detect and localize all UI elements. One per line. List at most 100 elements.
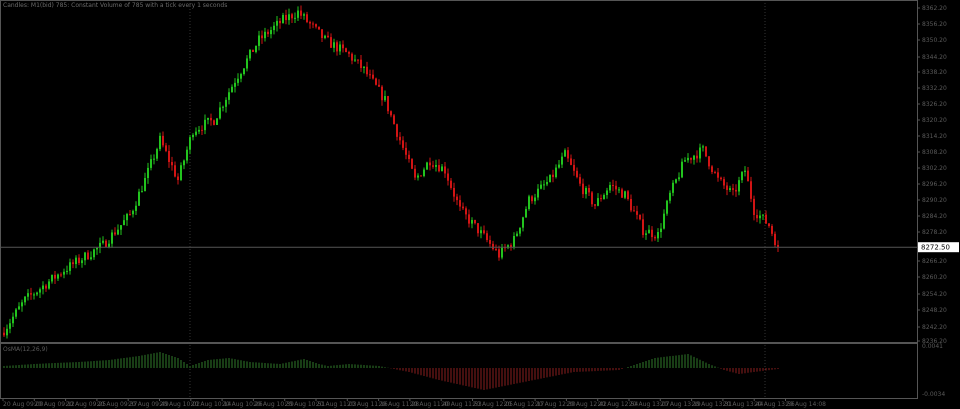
- candle-body: [489, 240, 491, 244]
- candle-body: [189, 137, 191, 150]
- candle-body: [180, 165, 182, 181]
- osc-bottom-label: -0.0034: [922, 391, 945, 398]
- candle-body: [396, 124, 398, 137]
- price-tick-label: 8278.20: [922, 229, 947, 236]
- candle-body: [558, 164, 560, 168]
- candle-body: [57, 274, 59, 279]
- candle-body: [342, 44, 344, 49]
- candle-body: [195, 131, 197, 135]
- candle-body: [693, 155, 695, 160]
- candle-body: [660, 228, 662, 233]
- candle-body: [732, 188, 734, 190]
- candle-body: [615, 185, 617, 190]
- candle-body: [249, 49, 251, 59]
- candle-body: [597, 198, 599, 206]
- candle-body: [729, 188, 731, 190]
- candle-body: [153, 158, 155, 160]
- candle-body: [261, 35, 263, 39]
- candle-body: [498, 249, 500, 258]
- candle-body: [486, 233, 488, 241]
- candle-body: [417, 175, 419, 178]
- candle-body: [555, 167, 557, 178]
- candle-body: [15, 309, 17, 317]
- candle-body: [591, 192, 593, 205]
- candle-body: [117, 229, 119, 235]
- candle-body: [720, 177, 722, 180]
- candle-body: [528, 196, 530, 210]
- candle-body: [675, 179, 677, 183]
- candle-body: [240, 74, 242, 79]
- candle-body: [213, 120, 215, 125]
- candle-body: [705, 146, 707, 157]
- candle-body: [366, 66, 368, 75]
- candle-body: [519, 227, 521, 234]
- candle-body: [513, 236, 515, 248]
- candle-body: [231, 86, 233, 93]
- candle-body: [606, 190, 608, 196]
- candle-body: [18, 306, 20, 310]
- candle-body: [471, 219, 473, 224]
- candle-body: [600, 198, 602, 200]
- candle-body: [192, 134, 194, 138]
- candle-body: [576, 170, 578, 178]
- candle-body: [291, 14, 293, 19]
- candle-body: [147, 167, 149, 178]
- indicator-label: OsMA(12,26,9): [3, 346, 48, 353]
- candle-body: [336, 42, 338, 52]
- candle-body: [135, 205, 137, 211]
- candle-body: [666, 200, 668, 214]
- candle-body: [273, 25, 275, 31]
- candle-body: [759, 215, 761, 219]
- candle-body: [621, 189, 623, 198]
- chart-title: Candles: M1(bid) 785: Constant Volume of…: [3, 2, 228, 9]
- price-tick-label: 8242.20: [922, 324, 947, 331]
- candle-body: [138, 191, 140, 206]
- candle-body: [753, 198, 755, 215]
- candle-body: [306, 14, 308, 23]
- candle-body: [774, 233, 776, 246]
- candle-body: [324, 35, 326, 38]
- candle-body: [183, 160, 185, 166]
- candle-body: [108, 243, 110, 247]
- candle-body: [534, 197, 536, 202]
- price-tick-label: 8308.20: [922, 149, 947, 156]
- candle-body: [222, 106, 224, 108]
- candle-body: [21, 302, 23, 307]
- candle-body: [636, 211, 638, 215]
- price-tick-label: 8296.20: [922, 181, 947, 188]
- candle-body: [6, 328, 8, 336]
- candle-body: [132, 210, 134, 215]
- candle-body: [60, 274, 62, 276]
- price-chart[interactable]: 8362.20 8356.20 8350.20 8344.20 8338.20 8332.…: [0, 0, 960, 409]
- candle-body: [378, 84, 380, 87]
- candle-body: [129, 214, 131, 216]
- candle-body: [123, 220, 125, 226]
- candle-body: [369, 74, 371, 76]
- candle-body: [588, 187, 590, 193]
- candle-body: [414, 168, 416, 178]
- candle-body: [321, 29, 323, 38]
- candle-body: [297, 10, 299, 18]
- candle-body: [765, 214, 767, 224]
- candle-body: [144, 177, 146, 192]
- candle-body: [264, 31, 266, 39]
- candle-body: [210, 117, 212, 121]
- candle-body: [270, 30, 272, 35]
- candle-body: [480, 230, 482, 234]
- candle-body: [726, 185, 728, 190]
- price-tick-label: 8284.20: [922, 213, 947, 220]
- candle-body: [339, 44, 341, 52]
- candle-body: [618, 189, 620, 191]
- candle-body: [639, 214, 641, 220]
- candle-body: [276, 20, 278, 26]
- candle-body: [333, 42, 335, 48]
- candle-body: [447, 173, 449, 181]
- axes: 8362.20 8356.20 8350.20 8344.20 8338.20 8332.…: [0, 0, 959, 408]
- candle-body: [126, 214, 128, 221]
- candle-body: [381, 86, 383, 101]
- candle-body: [537, 188, 539, 198]
- candle-body: [399, 136, 401, 141]
- candle-body: [171, 162, 173, 166]
- candle-body: [87, 252, 89, 260]
- candle-body: [672, 182, 674, 193]
